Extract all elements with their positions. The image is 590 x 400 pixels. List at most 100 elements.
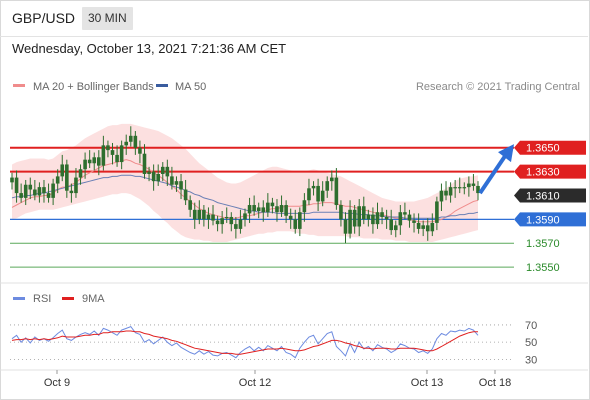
candle-body <box>316 185 320 202</box>
candle-body <box>151 171 156 182</box>
rsi-tick-50: 50 <box>525 337 537 349</box>
candle-body <box>238 219 243 229</box>
ma20-legend-swatch <box>13 84 25 87</box>
candle-body <box>430 222 435 232</box>
candle-body <box>119 145 124 163</box>
candle-body <box>87 159 92 164</box>
candle-body <box>311 185 316 189</box>
time-axis: Oct 9 Oct 12 Oct 13 Oct 18 <box>44 370 511 389</box>
candle-body <box>23 184 28 198</box>
candle-body <box>65 164 69 191</box>
candle-body <box>293 219 298 229</box>
candle-body <box>421 225 425 229</box>
candle-body <box>142 153 147 174</box>
level-label-1-3610: 1.3610 <box>526 190 560 202</box>
candle-body <box>389 219 393 231</box>
candle-body <box>320 190 325 202</box>
candle-body <box>211 214 215 221</box>
candle-body <box>416 222 421 229</box>
copyright-note: Research © 2021 Trading Central <box>416 81 580 93</box>
candle-body <box>325 181 330 191</box>
ma50-legend-swatch <box>156 84 168 87</box>
forecast-arrow-shaft <box>478 155 507 195</box>
candle-body <box>403 212 407 215</box>
candle-body <box>343 219 348 234</box>
candle-body <box>407 214 412 221</box>
candle-body <box>174 181 179 185</box>
time-label: Oct 13 <box>411 377 443 389</box>
candle-body <box>266 202 270 213</box>
candle-body <box>224 216 229 219</box>
candle-body <box>19 193 23 198</box>
candle-body <box>298 212 302 229</box>
time-label: Oct 12 <box>239 377 271 389</box>
candle-body <box>444 190 448 196</box>
candle-body <box>46 193 51 198</box>
candle-body <box>192 209 197 220</box>
candle-body <box>188 200 192 210</box>
candle-body <box>37 187 42 196</box>
candle-body <box>288 215 293 220</box>
candle-body <box>398 212 403 226</box>
candle-body <box>412 220 416 223</box>
candle-body <box>361 206 366 220</box>
candle-body <box>352 209 357 227</box>
rsi-tick-70: 70 <box>525 320 537 332</box>
candle-body <box>243 213 247 220</box>
candle-body <box>393 225 398 231</box>
candle-body <box>179 181 183 190</box>
rsi-legend-swatch <box>13 297 25 300</box>
candle-body <box>51 183 55 198</box>
candle-body <box>170 176 174 185</box>
rsi-ma9-line <box>11 330 478 355</box>
candle-body <box>78 169 83 178</box>
candle-body <box>229 216 234 225</box>
candle-body <box>160 166 165 174</box>
time-label: Oct 18 <box>479 377 511 389</box>
rsi-tick-30: 30 <box>525 354 537 366</box>
forecast-arrow <box>478 144 514 195</box>
candle-body <box>366 214 371 220</box>
candle-body <box>147 171 151 174</box>
candle-body <box>138 147 142 154</box>
level-label-1-3630: 1.3630 <box>526 167 560 179</box>
candle-body <box>284 205 288 216</box>
candle-body <box>471 183 476 186</box>
candle-body <box>10 177 14 183</box>
candle-body <box>83 159 87 170</box>
candle-body <box>247 205 252 214</box>
candle-body <box>156 174 160 182</box>
level-label-1-3590: 1.3590 <box>526 214 560 226</box>
level-label-1-3570: 1.3570 <box>526 238 560 250</box>
candle-body <box>357 206 362 227</box>
candle-body <box>384 216 389 220</box>
candle-body <box>467 183 471 188</box>
candle-body <box>462 187 467 189</box>
candle-body <box>197 209 202 220</box>
ma9-legend-label: 9MA <box>82 293 105 305</box>
candle-body <box>307 188 311 201</box>
candle-body <box>69 190 74 194</box>
candle-body <box>60 164 65 177</box>
candle-body <box>435 201 439 223</box>
level-tags: 1.3650 1.3630 1.3610 1.3590 1.3570 1.3550 <box>514 140 586 274</box>
candle-body <box>279 205 284 213</box>
candle-body <box>302 200 307 213</box>
price-chart: MA 20 + Bollinger Bands MA 50 Research ©… <box>0 81 588 389</box>
candle-body <box>202 209 206 220</box>
candle-body <box>348 209 352 234</box>
candle-body <box>128 135 133 142</box>
rsi-legend-label: RSI <box>33 293 51 305</box>
candle-body <box>215 220 220 225</box>
candle-body <box>33 189 37 196</box>
candle-body <box>270 202 275 207</box>
level-label-1-3550: 1.3550 <box>526 262 560 274</box>
candle-body <box>101 145 106 166</box>
candle-body <box>425 225 430 232</box>
candle-body <box>334 177 339 206</box>
ma20-legend-label: MA 20 + Bollinger Bands <box>33 81 154 93</box>
candle-body <box>256 207 261 211</box>
ma50-legend-label: MA 50 <box>175 81 206 93</box>
candle-body <box>448 187 453 196</box>
candle-body <box>42 187 46 194</box>
